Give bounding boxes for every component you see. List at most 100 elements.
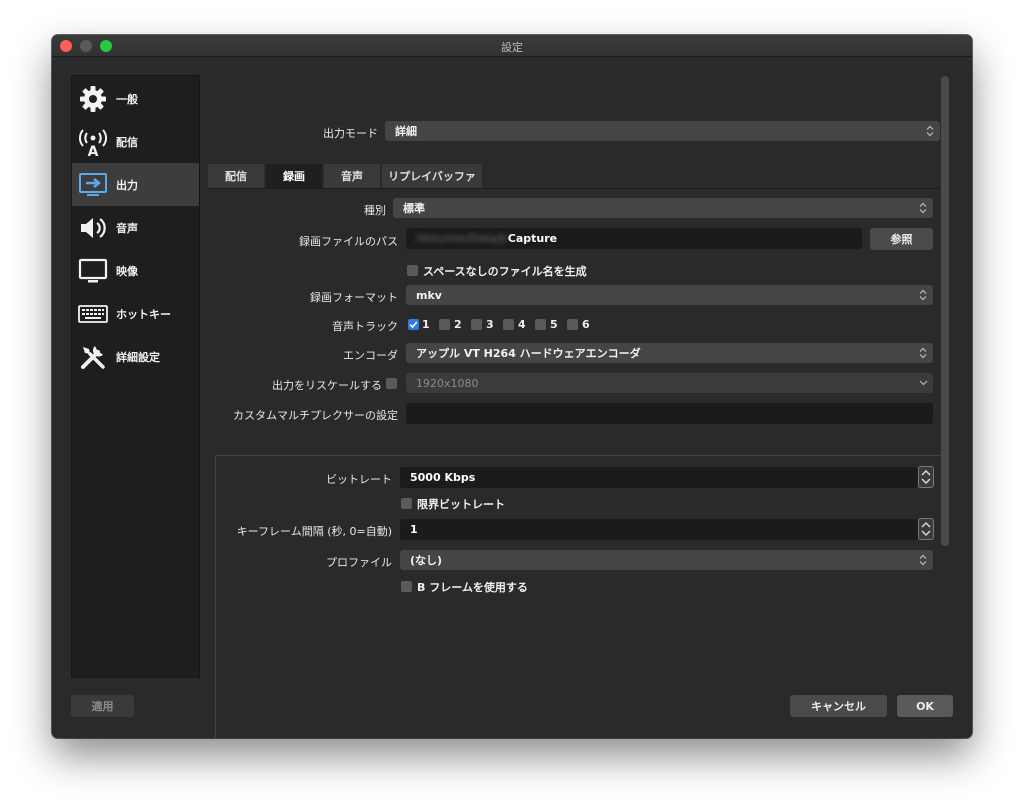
encoder-label: エンコーダ (343, 349, 398, 362)
tab-label: 録画 (283, 170, 305, 183)
updown-chevron-icon (916, 200, 930, 216)
tab-audio[interactable]: 音声 (324, 164, 380, 188)
audio-track-1-label: 1 (422, 318, 430, 331)
broadcast-antenna-icon: A (76, 125, 110, 159)
recording-format-select[interactable]: mkv (406, 285, 933, 305)
sidebar-item-audio[interactable]: 音声 (72, 206, 199, 249)
bitrate-stepper[interactable] (918, 466, 934, 488)
keyframe-interval-value: 1 (410, 523, 418, 536)
custom-muxer-label: カスタムマルチプレクサーの設定 (233, 409, 398, 422)
audio-track-6-checkbox[interactable] (567, 319, 578, 330)
keyframe-interval-label: キーフレーム間隔 (秒, 0=自動) (236, 525, 392, 538)
keyframe-interval-field[interactable]: 1 (400, 519, 918, 540)
sidebar-item-advanced[interactable]: 詳細設定 (72, 335, 199, 378)
bitrate-label: ビットレート (326, 473, 392, 486)
bitrate-field[interactable]: 5000 Kbps (400, 467, 918, 488)
sidebar-item-output[interactable]: 出力 (72, 163, 199, 206)
profile-label: プロファイル (326, 556, 392, 569)
stepper-arrows-icon (921, 470, 931, 484)
rescale-output-label: 出力をリスケールする (272, 379, 382, 392)
output-settings-panel: 出力モード 詳細 配信 録画 音声 リプレイバッファ 種別 標準 録画ファイルの… (198, 56, 972, 738)
cancel-button[interactable]: キャンセル (790, 695, 887, 717)
sidebar-item-label: 詳細設定 (116, 350, 160, 364)
audio-track-4-label: 4 (518, 318, 526, 331)
tab-recording[interactable]: 録画 (266, 164, 322, 188)
browse-button[interactable]: 参照 (870, 228, 933, 250)
audio-track-3-checkbox[interactable] (471, 319, 482, 330)
type-value: 標準 (403, 202, 425, 215)
sidebar-item-general[interactable]: 一般 (72, 77, 199, 120)
tab-label: 配信 (225, 170, 247, 183)
rescale-resolution-select[interactable]: 1920x1080 (406, 373, 933, 393)
monitor-icon (76, 254, 110, 288)
output-monitor-icon (76, 168, 110, 202)
sidebar-item-video[interactable]: 映像 (72, 249, 199, 292)
audio-track-6-label: 6 (582, 318, 590, 331)
updown-chevron-icon (916, 287, 930, 303)
apply-button[interactable]: 適用 (71, 695, 134, 717)
profile-select[interactable]: (なし) (400, 550, 933, 570)
limit-bitrate-checkbox[interactable] (401, 498, 412, 509)
encoder-value: アップル VT H264 ハードウェアエンコーダ (416, 347, 641, 360)
recording-format-value: mkv (416, 288, 442, 302)
sidebar-item-label: 音声 (116, 221, 138, 235)
checkmark-icon (409, 321, 418, 329)
ok-button[interactable]: OK (897, 695, 953, 717)
vertical-scrollbar[interactable] (941, 76, 949, 546)
sidebar-item-label: 一般 (116, 92, 138, 106)
stepper-arrows-icon (921, 522, 931, 536)
type-select[interactable]: 標準 (393, 198, 933, 218)
limit-bitrate-label: 限界ビットレート (417, 498, 505, 511)
recording-path-label: 録画ファイルのパス (299, 235, 398, 248)
audio-track-label: 音声トラック (332, 320, 398, 333)
sidebar-item-label: 配信 (116, 135, 138, 149)
updown-chevron-icon (916, 552, 930, 568)
window-title: 設定 (501, 41, 523, 54)
bitrate-value: 5000 Kbps (410, 471, 476, 484)
custom-muxer-field[interactable] (406, 403, 933, 424)
use-bframes-checkbox[interactable] (401, 581, 412, 592)
updown-chevron-icon (923, 123, 937, 139)
svg-text:A: A (88, 144, 99, 157)
no-space-filename-label: スペースなしのファイル名を生成 (423, 265, 587, 278)
keyframe-stepper[interactable] (918, 518, 934, 540)
gear-icon (76, 82, 110, 116)
tools-icon (76, 340, 110, 374)
tab-label: リプレイバッファ (388, 170, 476, 183)
sidebar-item-label: 映像 (116, 264, 138, 278)
sidebar-item-hotkeys[interactable]: ホットキー (72, 292, 199, 335)
sidebar-item-label: 出力 (116, 178, 138, 192)
recording-path-blurred: /Volumes/Data/Jr (416, 232, 508, 245)
encoder-select[interactable]: アップル VT H264 ハードウェアエンコーダ (406, 343, 933, 363)
audio-track-5-checkbox[interactable] (535, 319, 546, 330)
rescale-resolution-value: 1920x1080 (416, 376, 479, 390)
use-bframes-label: B フレームを使用する (417, 581, 528, 594)
tab-replay-buffer[interactable]: リプレイバッファ (382, 164, 482, 188)
tab-stream[interactable]: 配信 (208, 164, 264, 188)
speaker-icon (76, 211, 110, 245)
audio-track-2-checkbox[interactable] (439, 319, 450, 330)
keyboard-icon (76, 297, 110, 331)
recording-path-value: Capture (507, 232, 558, 245)
output-mode-value: 詳細 (395, 125, 417, 138)
tab-divider (208, 188, 940, 189)
sidebar-item-label: ホットキー (116, 307, 171, 321)
audio-track-5-label: 5 (550, 318, 558, 331)
profile-value: (なし) (410, 554, 443, 567)
no-space-filename-checkbox[interactable] (407, 265, 418, 276)
output-mode-label: 出力モード (323, 127, 378, 140)
rescale-output-checkbox[interactable] (386, 378, 397, 389)
audio-track-1-checkbox[interactable] (408, 319, 419, 330)
output-mode-select[interactable]: 詳細 (385, 121, 940, 141)
settings-sidebar: 一般 A 配信 出力 音声 映像 ホットキー 詳細設定 (71, 75, 200, 678)
recording-format-label: 録画フォーマット (310, 291, 398, 304)
sidebar-item-stream[interactable]: A 配信 (72, 120, 199, 163)
title-bar: 設定 (52, 35, 972, 57)
audio-track-4-checkbox[interactable] (503, 319, 514, 330)
updown-chevron-icon (916, 345, 930, 361)
audio-track-2-label: 2 (454, 318, 462, 331)
type-label: 種別 (364, 204, 386, 217)
recording-path-field[interactable]: /Volumes/Data/Jr Capture (406, 228, 862, 249)
audio-track-3-label: 3 (486, 318, 494, 331)
chevron-down-icon (916, 375, 930, 391)
